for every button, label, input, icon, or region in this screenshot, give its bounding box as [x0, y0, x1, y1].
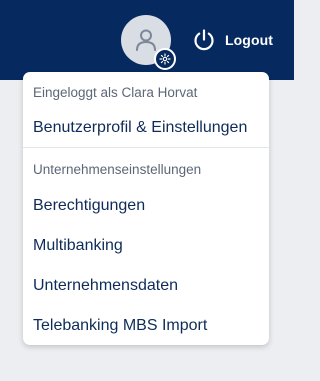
- logout-label: Logout: [225, 32, 274, 48]
- menu-item-profile-settings[interactable]: Benutzerprofil & Einstellungen: [33, 119, 247, 137]
- user-icon: [136, 29, 156, 51]
- top-header-bar: Logout: [0, 0, 294, 80]
- gear-icon: [159, 53, 171, 65]
- menu-item-telebanking-import[interactable]: Telebanking MBS Import: [33, 317, 207, 335]
- settings-badge[interactable]: [154, 48, 176, 70]
- logged-in-label: Eingeloggt als Clara Horvat: [33, 85, 198, 100]
- company-settings-section-label: Unternehmenseinstellungen: [33, 162, 202, 177]
- logout-button[interactable]: Logout: [192, 26, 273, 54]
- menu-item-company-data[interactable]: Unternehmensdaten: [33, 277, 178, 295]
- user-dropdown-menu: Eingeloggt als Clara Horvat Benutzerprof…: [23, 72, 269, 345]
- menu-item-multibanking[interactable]: Multibanking: [33, 237, 123, 255]
- power-icon: [194, 29, 214, 51]
- menu-item-permissions[interactable]: Berechtigungen: [33, 197, 145, 215]
- menu-divider: [23, 147, 269, 148]
